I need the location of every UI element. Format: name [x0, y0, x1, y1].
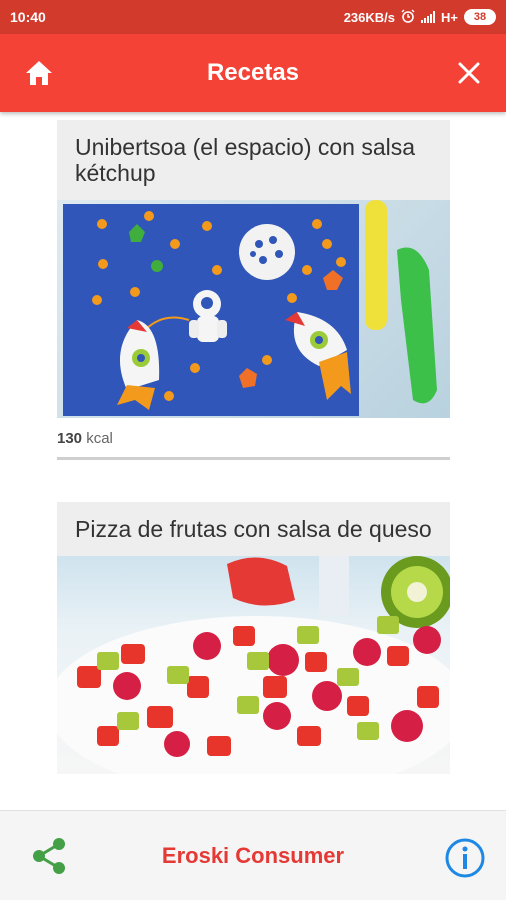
- recipe-card[interactable]: Unibertsoa (el espacio) con salsa kétchu…: [57, 120, 450, 460]
- recipe-title: Unibertsoa (el espacio) con salsa kétchu…: [57, 120, 450, 200]
- alarm-icon: [401, 9, 415, 26]
- recipe-image: [57, 200, 450, 418]
- bottom-bar: Eroski Consumer: [0, 810, 506, 900]
- recipe-image: [57, 556, 450, 774]
- share-icon: [33, 838, 65, 874]
- app-bar: Recetas: [0, 34, 506, 112]
- status-icons: 236KB/s H+ 38: [344, 9, 496, 26]
- close-button[interactable]: [452, 56, 486, 90]
- share-button[interactable]: [26, 833, 72, 879]
- card-divider: [57, 457, 450, 460]
- battery-icon: 38: [464, 9, 496, 25]
- status-time: 10:40: [10, 9, 46, 25]
- info-icon: [445, 838, 485, 878]
- home-button[interactable]: [22, 56, 56, 90]
- recipe-list[interactable]: Unibertsoa (el espacio) con salsa kétchu…: [0, 112, 506, 810]
- page-title: Recetas: [206, 59, 300, 86]
- brand-name: Eroski Consumer: [161, 842, 345, 868]
- kcal-value: 130: [57, 430, 83, 447]
- status-bar: 10:40 236KB/s H+ 38: [0, 0, 506, 34]
- network-speed: 236KB/s: [343, 9, 396, 25]
- info-button[interactable]: [444, 837, 486, 879]
- recipe-card[interactable]: Pizza de frutas con salsa de queso: [57, 502, 450, 774]
- kcal-unit: kcal: [86, 430, 113, 447]
- kcal-info: 130 kcal: [57, 418, 450, 447]
- close-icon: [458, 62, 480, 84]
- home-icon: [26, 61, 52, 85]
- recipe-title: Pizza de frutas con salsa de queso: [57, 502, 450, 556]
- signal-icon: [421, 11, 436, 23]
- network-type: H+: [441, 9, 458, 25]
